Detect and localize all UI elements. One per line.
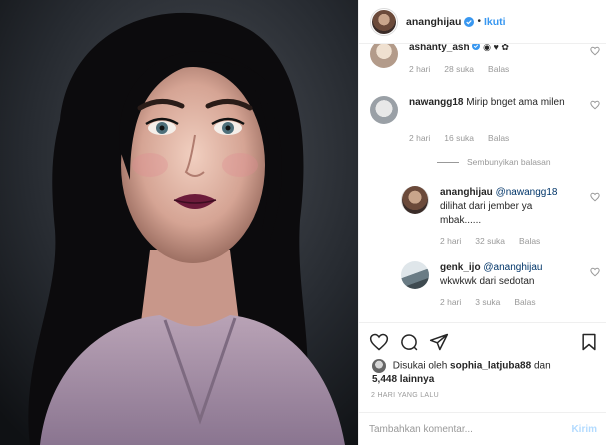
- comment-heart-icon[interactable]: [590, 192, 600, 202]
- comment-meta: 2 hari 16 suka Balas: [409, 133, 509, 143]
- post-photo[interactable]: [0, 0, 358, 445]
- comment-body: Mirip bnget ama milen: [466, 97, 565, 108]
- liker-avatar[interactable]: [372, 359, 386, 373]
- liker-username[interactable]: sophia_latjuba88: [450, 361, 531, 372]
- hide-replies-label: Sembunyikan balasan: [467, 157, 551, 167]
- author-username[interactable]: ananghijau: [406, 16, 461, 28]
- reply-button[interactable]: Balas: [519, 236, 540, 246]
- comment-avatar[interactable]: [370, 96, 398, 124]
- reply-username[interactable]: genk_ijo: [440, 262, 481, 273]
- add-comment-input[interactable]: [369, 423, 572, 435]
- comment-likes[interactable]: 28 suka: [444, 64, 474, 74]
- comment-time: 2 hari: [409, 133, 431, 143]
- reply-meta: 2 hari 32 suka Balas: [440, 236, 540, 246]
- more-emoji-icon: ◉ ♥ ✿: [483, 44, 509, 52]
- reply-mention[interactable]: @ananghijau: [483, 262, 542, 273]
- reply-button[interactable]: Balas: [488, 133, 509, 143]
- comment-icon[interactable]: [399, 332, 419, 352]
- likes-summary: Disukai oleh sophia_latjuba88 dan 5,448 …: [372, 359, 594, 386]
- post-actions: Disukai oleh sophia_latjuba88 dan 5,448 …: [359, 322, 606, 412]
- add-comment-bar: Kirim: [359, 412, 606, 445]
- comment-heart-icon[interactable]: [590, 46, 600, 56]
- reply-body: wkwkwk dari sedotan: [440, 276, 535, 287]
- hide-replies-line: [437, 161, 459, 163]
- comment-likes[interactable]: 16 suka: [444, 133, 474, 143]
- reply-time: 2 hari: [440, 236, 462, 246]
- reply-button[interactable]: Balas: [514, 297, 535, 307]
- comment-meta: 2 hari 28 suka Balas: [409, 64, 509, 74]
- reply-meta: 2 hari 3 suka Balas: [440, 297, 536, 307]
- comment-username[interactable]: ashanty_ash: [409, 44, 470, 53]
- reply-username[interactable]: ananghijau: [440, 187, 493, 198]
- post-header: ananghijau • Ikuti: [359, 0, 606, 44]
- author-avatar[interactable]: [370, 7, 398, 36]
- hide-replies-button[interactable]: Sembunyikan balasan: [437, 157, 551, 167]
- comment-text: nawangg18 Mirip bnget ama milen: [409, 96, 577, 110]
- reply-text: ananghijau @nawangg18 dilihat dari jembe…: [440, 186, 572, 228]
- post-side-panel: ananghijau • Ikuti ashanty_ash ◉ ♥ ✿ 2 h…: [358, 0, 606, 445]
- comment-time: 2 hari: [409, 64, 431, 74]
- portrait-image: [0, 0, 358, 445]
- comment-avatar[interactable]: [370, 44, 398, 68]
- reply-mention[interactable]: @nawangg18: [496, 187, 558, 198]
- heart-icon[interactable]: [369, 332, 389, 352]
- reply-button[interactable]: Balas: [488, 64, 509, 74]
- comments-list[interactable]: ashanty_ash ◉ ♥ ✿ 2 hari 28 suka Balas n…: [359, 44, 606, 322]
- bookmark-icon[interactable]: [579, 332, 599, 352]
- reply-text: genk_ijo @ananghijau wkwkwk dari sedotan: [440, 261, 572, 289]
- reply-likes[interactable]: 3 suka: [475, 297, 500, 307]
- verified-badge-icon: [464, 16, 475, 27]
- comment-text: ashanty_ash ◉ ♥ ✿: [409, 44, 577, 55]
- comment-heart-icon[interactable]: [590, 100, 600, 110]
- comment-username[interactable]: nawangg18: [409, 97, 463, 108]
- likes-prefix: Disukai oleh: [392, 360, 448, 372]
- verified-badge-icon: [472, 44, 483, 53]
- reply-avatar[interactable]: [401, 261, 429, 289]
- comment-heart-icon[interactable]: [590, 267, 600, 277]
- post-comment-button[interactable]: Kirim: [571, 424, 597, 435]
- separator-dot: •: [477, 16, 481, 27]
- share-icon[interactable]: [429, 332, 449, 352]
- reply-avatar[interactable]: [401, 186, 429, 214]
- reply-time: 2 hari: [440, 297, 462, 307]
- likes-count[interactable]: 5,448 lainnya: [372, 374, 434, 385]
- post-timestamp[interactable]: 2 HARI YANG LALU: [371, 392, 439, 399]
- reply-body: dilihat dari jember ya mbak......: [440, 201, 533, 226]
- follow-button[interactable]: Ikuti: [484, 16, 506, 28]
- reply-likes[interactable]: 32 suka: [475, 236, 505, 246]
- likes-connector: dan: [533, 360, 551, 372]
